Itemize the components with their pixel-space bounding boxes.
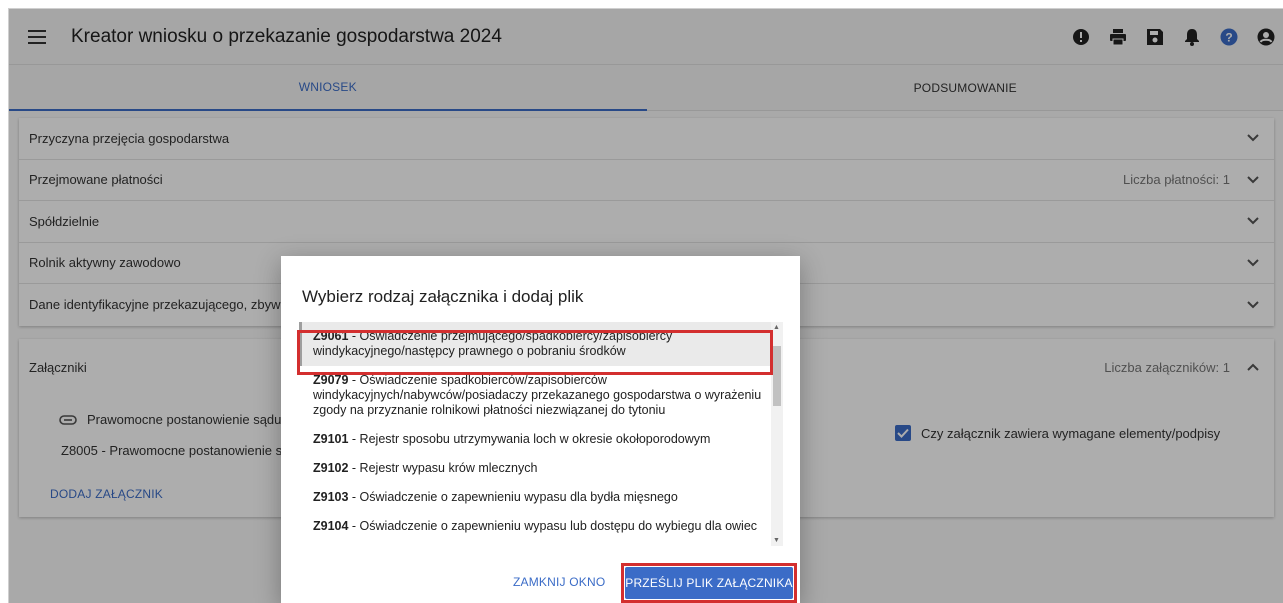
list-scrollbar[interactable]: ▲ ▼	[771, 322, 783, 546]
app: Kreator wniosku o przekazanie gospodarst…	[9, 9, 1283, 603]
close-dialog-button[interactable]: ZAMKNIJ OKNO	[513, 575, 605, 589]
list-item[interactable]: Z9079 - Oświadczenie spadkobierców/zapis…	[299, 366, 783, 425]
list-item[interactable]: Z9101 - Rejestr sposobu utrzymywania loc…	[299, 425, 783, 454]
dialog-title: Wybierz rodzaj załącznika i dodaj plik	[302, 287, 584, 306]
list-item[interactable]: Z9103 - Oświadczenie o zapewnieniu wypas…	[299, 483, 783, 512]
option-code: Z9079	[313, 373, 349, 387]
attachment-type-list: Z9061 - Oświadczenie przejmującego/spadk…	[299, 322, 783, 546]
option-code: Z9061	[313, 329, 349, 343]
option-code: Z9102	[313, 461, 349, 475]
scroll-thumb[interactable]	[773, 346, 781, 406]
option-code: Z9104	[313, 519, 349, 533]
scroll-down-arrow-icon[interactable]: ▼	[773, 537, 780, 544]
option-text: - Oświadczenie spadkobierców/zapisobierc…	[313, 373, 762, 417]
list-item[interactable]: Z9061 - Oświadczenie przejmującego/spadk…	[299, 322, 783, 366]
send-attachment-button[interactable]: PRZEŚLIJ PLIK ZAŁĄCZNIKA	[625, 567, 793, 599]
option-code: Z9101	[313, 432, 349, 446]
option-text: - Oświadczenie przejmującego/spadkobierc…	[313, 329, 673, 358]
list-item[interactable]: Z9102 - Rejestr wypasu krów mlecznych	[299, 454, 783, 483]
attachment-type-dialog: Wybierz rodzaj załącznika i dodaj plik Z…	[281, 256, 800, 603]
scroll-up-arrow-icon[interactable]: ▲	[773, 324, 780, 331]
list-item[interactable]: Z9104 - Oświadczenie o zapewnieniu wypas…	[299, 512, 783, 541]
app-frame: Kreator wniosku o przekazanie gospodarst…	[8, 8, 1283, 603]
option-text: - Rejestr wypasu krów mlecznych	[348, 461, 538, 475]
option-text: - Rejestr sposobu utrzymywania loch w ok…	[348, 432, 711, 446]
option-text: - Oświadczenie o zapewnieniu wypasu lub …	[348, 519, 758, 533]
option-code: Z9103	[313, 490, 349, 504]
option-text: - Oświadczenie o zapewnieniu wypasu dla …	[348, 490, 678, 504]
